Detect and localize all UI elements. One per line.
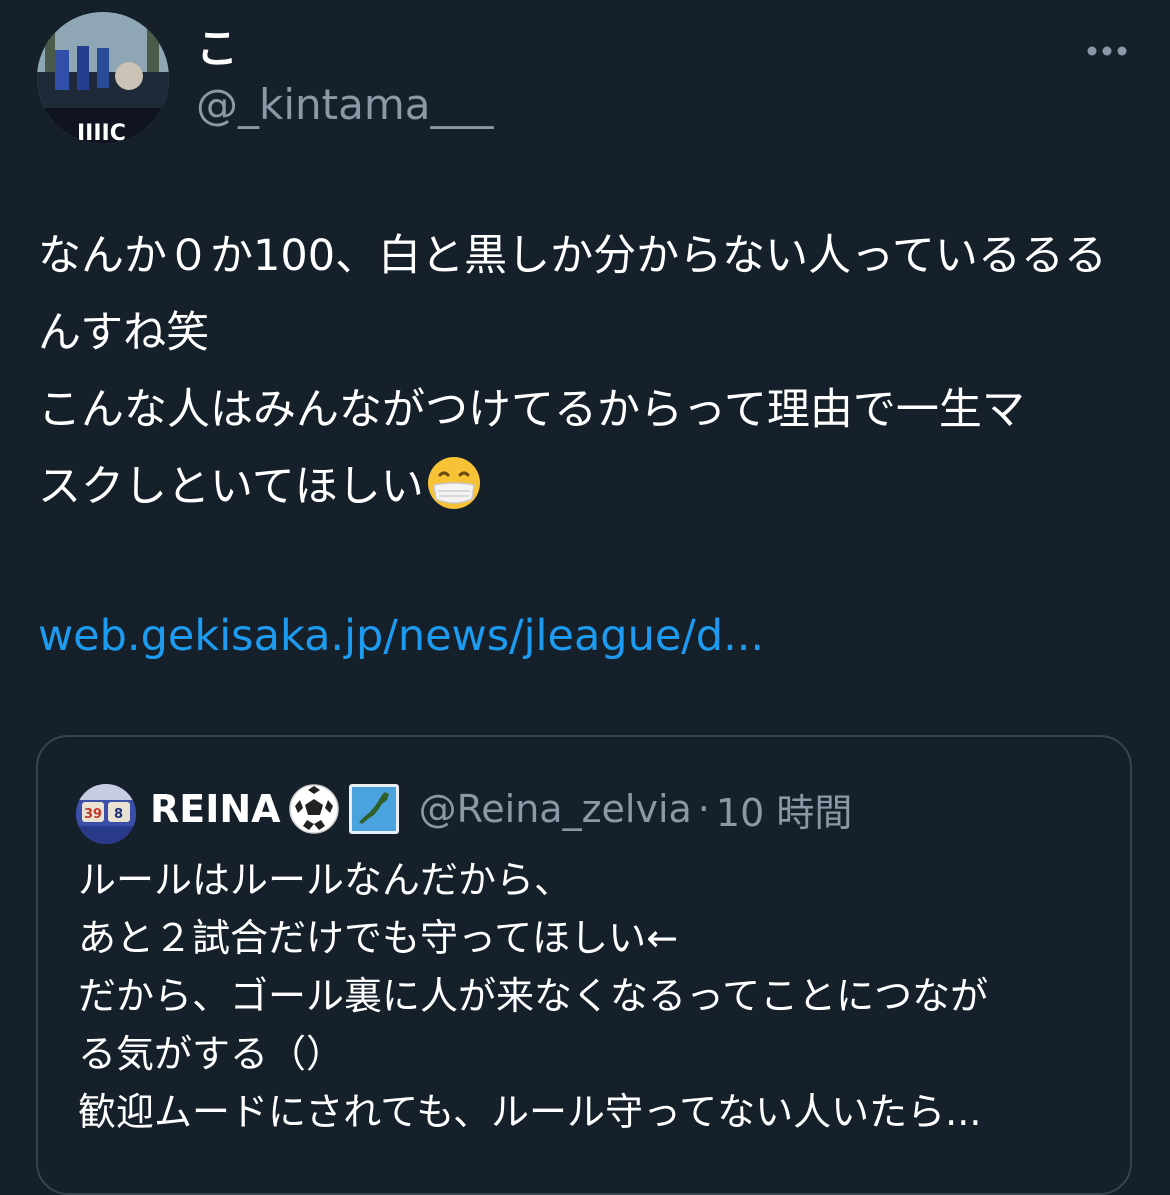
svg-text:39: 39	[84, 807, 102, 822]
tweet-text-line: なんか０か100、白と黒しか分からない人っているるる	[38, 231, 1107, 281]
tweet-text-line: んすね笑	[38, 308, 210, 358]
quoted-tweet-card[interactable]: 39 8 REINA @Reina_zelvia · 10 時間 ルールはルール…	[36, 735, 1132, 1195]
svg-text:IIIIC: IIIIC	[77, 121, 126, 144]
tweet-text-segment: スクしといてほしい	[38, 462, 424, 512]
author-display-name[interactable]: こ	[196, 24, 238, 74]
quote-author-handle[interactable]: @Reina_zelvia	[419, 787, 692, 831]
map-of-japan-emoji	[347, 782, 401, 836]
quote-text-line: あと２試合だけでも守ってほしい←	[78, 916, 678, 960]
quote-header: REINA @Reina_zelvia · 10 時間	[150, 777, 852, 841]
tweet-text-line: こんな人はみんながつけてるからって理由で一生マ	[38, 385, 1025, 435]
quote-author-avatar-image: 39 8	[76, 784, 136, 844]
svg-text:8: 8	[114, 807, 123, 822]
face-with-medical-mask-emoji	[426, 455, 482, 511]
tweet-text-line: スクしといてほしい	[38, 449, 1138, 526]
soccer-ball-emoji	[287, 782, 341, 836]
quote-timestamp[interactable]: 10 時間	[716, 782, 852, 837]
quote-author-avatar[interactable]: 39 8	[76, 784, 136, 844]
quote-text-line: る気がする（）	[78, 1032, 345, 1076]
quote-text-line: だから、ゴール裏に人が来なくなるってことにつなが	[78, 974, 989, 1018]
quote-header-separator: ·	[697, 787, 710, 831]
author-avatar-image: IIIIC	[37, 12, 169, 144]
tweet-text: なんか０か100、白と黒しか分からない人っているるる んすね笑 こんな人はみんな…	[38, 218, 1138, 526]
tweet-link[interactable]: web.gekisaka.jp/news/jleague/d...	[38, 598, 764, 675]
quote-text-line: ルールはルールなんだから、	[78, 858, 573, 902]
author-handle[interactable]: @_kintama___	[196, 80, 493, 130]
quote-author-display-name[interactable]: REINA	[150, 787, 281, 831]
more-horizontal-icon[interactable]	[1080, 36, 1134, 66]
author-avatar[interactable]: IIIIC	[37, 12, 169, 144]
quote-text: ルールはルールなんだから、 あと２試合だけでも守ってほしい← だから、ゴール裏に…	[78, 851, 1118, 1141]
quote-text-line: 歓迎ムードにされても、ルール守ってない人いたら...	[78, 1090, 982, 1134]
